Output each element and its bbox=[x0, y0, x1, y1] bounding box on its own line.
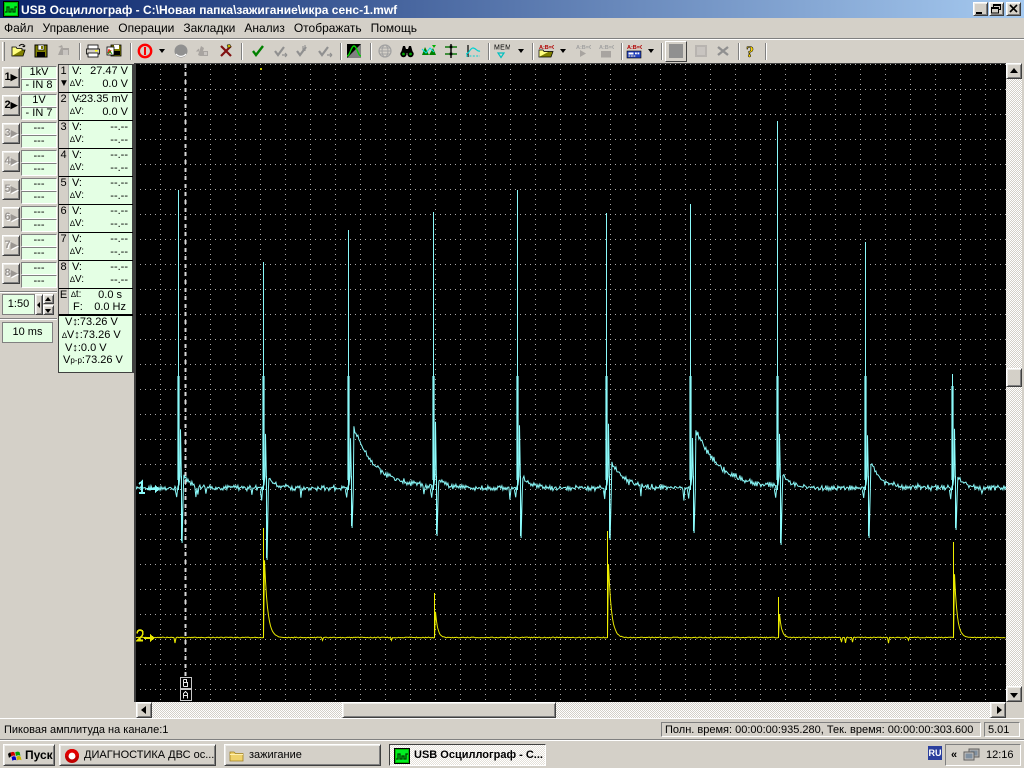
svg-text:MEM: MEM bbox=[494, 45, 510, 52]
svg-text:?: ? bbox=[746, 44, 754, 59]
svg-text:A:B=C: A:B=C bbox=[576, 45, 591, 51]
svg-text:A:B=C: A:B=C bbox=[599, 45, 614, 51]
svg-text:A:B=C: A:B=C bbox=[627, 45, 642, 51]
